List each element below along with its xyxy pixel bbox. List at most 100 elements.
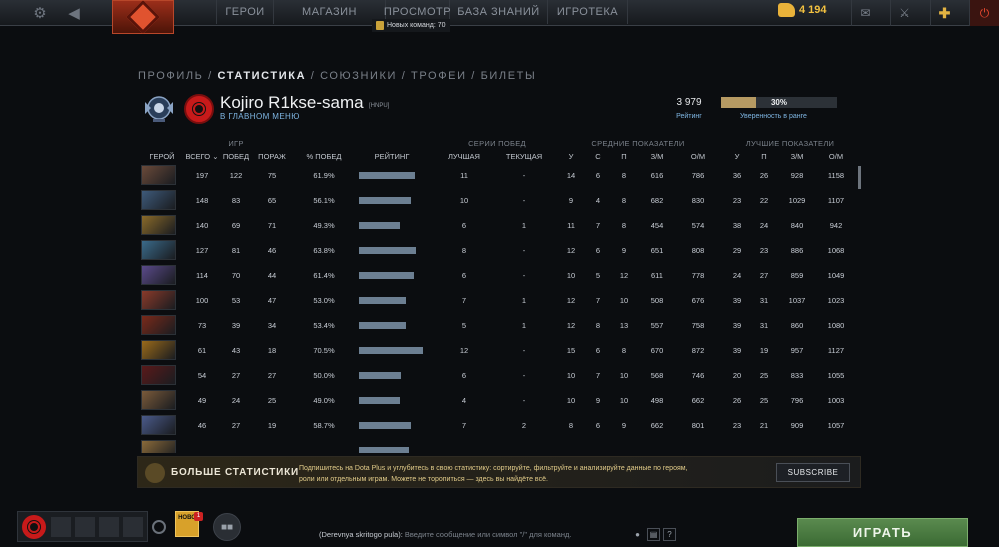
player-guild-tag: [HNPU] xyxy=(369,103,390,109)
avatar[interactable] xyxy=(184,94,214,124)
col-best-kills[interactable]: У xyxy=(729,152,745,161)
table-row[interactable]: 46 27 19 58.7% 7 2 8 6 9 662 801 23 21 909 1057 xyxy=(138,413,850,438)
hero-portrait[interactable] xyxy=(141,415,176,435)
col-total[interactable]: ВСЕГО ⌄ xyxy=(184,152,220,161)
table-row[interactable]: 73 39 34 53.4% 5 1 12 8 13 557 758 39 31 860 1080 xyxy=(138,313,850,338)
col-avg-xpm[interactable]: О/М xyxy=(686,152,710,161)
back-icon[interactable]: ◀ xyxy=(62,0,86,26)
table-row[interactable]: 54 27 27 50.0% 6 - 10 7 10 568 746 20 25 833 1055 xyxy=(138,363,850,388)
nav-heroes[interactable]: ГЕРОИ xyxy=(216,0,274,24)
col-current-streak[interactable]: ТЕКУЩАЯ xyxy=(500,152,548,161)
col-best-gpm[interactable]: З/М xyxy=(785,152,809,161)
col-avg-assists[interactable]: П xyxy=(616,152,632,161)
tab-trophies[interactable]: ТРОФЕИ xyxy=(411,70,467,82)
party-slot[interactable] xyxy=(99,517,119,537)
dota-logo-button[interactable] xyxy=(112,0,174,34)
table-row[interactable] xyxy=(138,438,850,453)
table-row[interactable]: 100 53 47 53.0% 7 1 12 7 10 508 676 39 31 1037 1023 xyxy=(138,288,850,313)
new-commands-notice[interactable]: Новых команд: 70 xyxy=(372,19,450,32)
nav-store[interactable]: МАГАЗИН xyxy=(274,0,386,24)
col-best-streak[interactable]: ЛУЧШАЯ xyxy=(442,152,486,161)
party-avatar[interactable] xyxy=(22,515,46,539)
cell-ba: 22 xyxy=(759,196,769,205)
table-row[interactable]: 140 69 71 49.3% 6 1 11 7 8 454 574 38 24 840 942 xyxy=(138,213,850,238)
table-scrollbar[interactable] xyxy=(858,166,861,189)
cell-k: 10 xyxy=(566,371,576,380)
cell-a: 13 xyxy=(619,321,629,330)
gold-counter[interactable]: 4 194 xyxy=(778,3,827,17)
hero-portrait[interactable] xyxy=(141,165,176,185)
tab-allies[interactable]: СОЮЗНИКИ xyxy=(320,70,397,82)
party-slot[interactable] xyxy=(123,517,143,537)
table-row[interactable]: 127 81 46 63.8% 8 - 12 6 9 651 808 29 23 886 1068 xyxy=(138,238,850,263)
cell-best: 5 xyxy=(461,321,467,330)
tab-tickets[interactable]: БИЛЕТЫ xyxy=(481,70,537,82)
table-row[interactable]: 114 70 44 61.4% 6 - 10 5 12 611 778 24 27 859 1049 xyxy=(138,263,850,288)
hero-portrait[interactable] xyxy=(141,315,176,335)
col-wins[interactable]: ПОБЕД xyxy=(219,152,253,161)
play-button[interactable]: ИГРАТЬ xyxy=(797,518,968,547)
table-row[interactable]: 61 43 18 70.5% 12 - 15 6 8 670 872 39 19 957 1127 xyxy=(138,338,850,363)
nav-arcade[interactable]: ИГРОТЕКА xyxy=(548,0,628,24)
table-row[interactable]: 49 24 25 49.0% 4 - 10 9 10 498 662 26 25 796 1003 xyxy=(138,388,850,413)
col-avg-kills[interactable]: У xyxy=(563,152,579,161)
party-settings-icon[interactable] xyxy=(152,520,166,534)
cell-a: 10 xyxy=(619,371,629,380)
armory-icon[interactable]: ⚔ xyxy=(890,0,918,26)
cell-a: 8 xyxy=(621,346,627,355)
cell-bgpm: 833 xyxy=(790,371,804,380)
cell-bk: 20 xyxy=(732,371,742,380)
hero-portrait[interactable] xyxy=(141,190,176,210)
chat-input[interactable]: (Derevnya skritogo pula): Введите сообще… xyxy=(319,530,571,539)
cell-winrate: 63.8% xyxy=(313,246,335,255)
col-hero[interactable]: ГЕРОЙ xyxy=(142,152,182,161)
chat-placeholder: Введите сообщение или символ "/" для ком… xyxy=(404,530,572,539)
cell-ba xyxy=(756,438,772,453)
col-losses[interactable]: ПОРАЖ xyxy=(254,152,290,161)
hero-portrait[interactable] xyxy=(141,265,176,285)
cell-a: 8 xyxy=(621,196,627,205)
party-slot[interactable] xyxy=(75,517,95,537)
emoji-icon[interactable]: ● xyxy=(631,528,644,541)
party-slot[interactable] xyxy=(51,517,71,537)
cell-bk: 26 xyxy=(732,396,742,405)
cell-gpm xyxy=(645,438,669,453)
tab-statistics[interactable]: СТАТИСТИКА xyxy=(217,70,306,82)
dota-plus-icon[interactable]: ✚ xyxy=(930,0,958,26)
table-row[interactable]: 197 122 75 61.9% 11 - 14 6 8 616 786 36 26 928 1158 xyxy=(138,163,850,188)
group-header-bests: ЛУЧШИЕ ПОКАЗАТЕЛИ xyxy=(745,139,835,148)
help-icon[interactable]: ? xyxy=(663,528,676,541)
col-best-xpm[interactable]: О/М xyxy=(824,152,848,161)
chat-options-icon[interactable]: ▤ xyxy=(647,528,660,541)
power-icon[interactable]: ⏻ xyxy=(969,0,999,26)
cell-losses: 71 xyxy=(267,221,277,230)
col-rating[interactable]: РЕЙТИНГ xyxy=(367,152,417,161)
cell-best: 7 xyxy=(461,421,467,430)
hero-portrait[interactable] xyxy=(141,440,176,453)
cell-best: 10 xyxy=(459,196,469,205)
hero-portrait[interactable] xyxy=(141,365,176,385)
hero-portrait[interactable] xyxy=(141,240,176,260)
col-winrate[interactable]: % ПОБЕД xyxy=(302,152,346,161)
rank-medal-icon[interactable] xyxy=(142,94,176,124)
hero-portrait[interactable] xyxy=(141,340,176,360)
cell-losses: 27 xyxy=(267,371,277,380)
gear-icon[interactable]: ⚙ xyxy=(28,0,52,26)
subscribe-button[interactable]: SUBSCRIBE xyxy=(776,463,850,482)
nav-knowledge-base[interactable]: БАЗА ЗНАНИЙ xyxy=(450,0,548,24)
cell-current: - xyxy=(522,171,526,180)
col-avg-deaths[interactable]: С xyxy=(590,152,606,161)
col-best-assists[interactable]: П xyxy=(756,152,772,161)
group-finder-icon[interactable]: ■■ xyxy=(213,513,241,541)
hero-portrait[interactable] xyxy=(141,215,176,235)
cell-xpm: 872 xyxy=(691,346,705,355)
table-row[interactable]: 148 83 65 56.1% 10 - 9 4 8 682 830 23 22 1029 1107 xyxy=(138,188,850,213)
cell-bxpm: 1158 xyxy=(827,171,845,180)
cell-bk xyxy=(729,438,745,453)
col-avg-gpm[interactable]: З/М xyxy=(645,152,669,161)
hero-portrait[interactable] xyxy=(141,390,176,410)
tab-profile[interactable]: ПРОФИЛЬ xyxy=(138,70,203,82)
cell-total: 148 xyxy=(195,196,209,205)
hero-portrait[interactable] xyxy=(141,290,176,310)
mail-icon[interactable]: ✉ xyxy=(851,0,879,26)
